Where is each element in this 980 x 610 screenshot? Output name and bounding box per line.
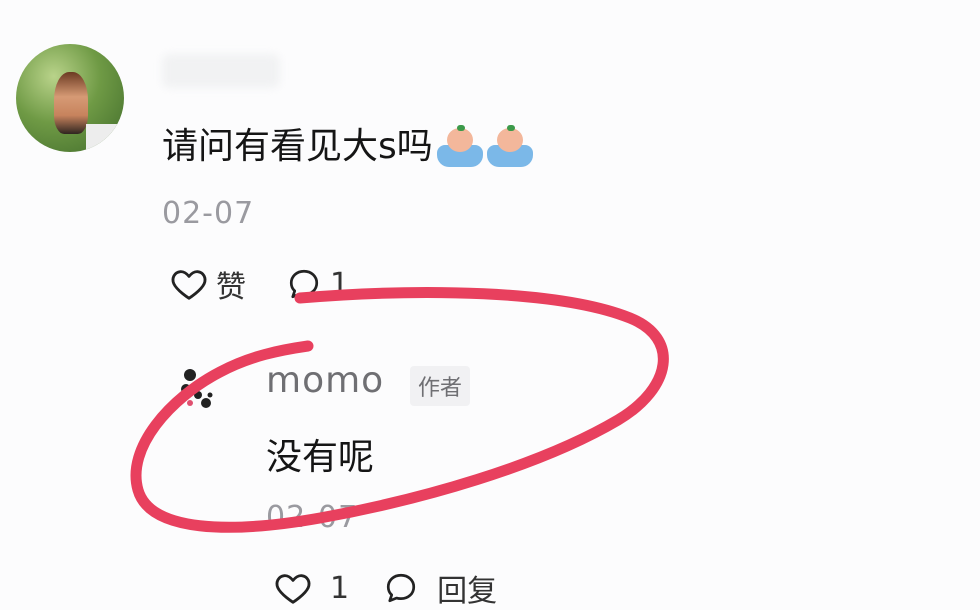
comment-bubble-icon[interactable]: [286, 266, 322, 302]
comment-actions: 赞 1: [170, 262, 349, 306]
reply-count[interactable]: 1: [330, 267, 349, 302]
reply-author-avatar[interactable]: [176, 365, 218, 411]
comment-text: 请问有看见大s吗: [162, 126, 433, 167]
comment-body: 请问有看见大s吗: [162, 122, 533, 172]
reply-author-name[interactable]: momo: [266, 360, 384, 401]
like-label[interactable]: 赞: [216, 262, 246, 306]
bathtub-emoji-icon: [486, 125, 533, 169]
author-badge: 作者: [410, 366, 471, 406]
comment-date: 02-07: [162, 196, 255, 231]
reply-like-count[interactable]: 1: [330, 571, 349, 606]
reply-button-label[interactable]: 回复: [437, 566, 497, 610]
red-annotation-circle: [130, 287, 669, 533]
commenter-name-blurred: [162, 54, 280, 88]
heart-icon[interactable]: [170, 265, 208, 303]
bathtub-emoji-icon: [436, 125, 483, 169]
avatar-photo-person: [54, 72, 88, 134]
reply-text: 没有呢: [266, 437, 375, 478]
avatar-photo-ledge: [86, 124, 124, 152]
reply-actions: 1 回复: [274, 566, 497, 610]
heart-icon[interactable]: [274, 569, 312, 607]
reply-date: 02-07: [266, 500, 359, 535]
comment-bubble-icon[interactable]: [383, 570, 419, 606]
commenter-avatar[interactable]: [16, 44, 124, 152]
